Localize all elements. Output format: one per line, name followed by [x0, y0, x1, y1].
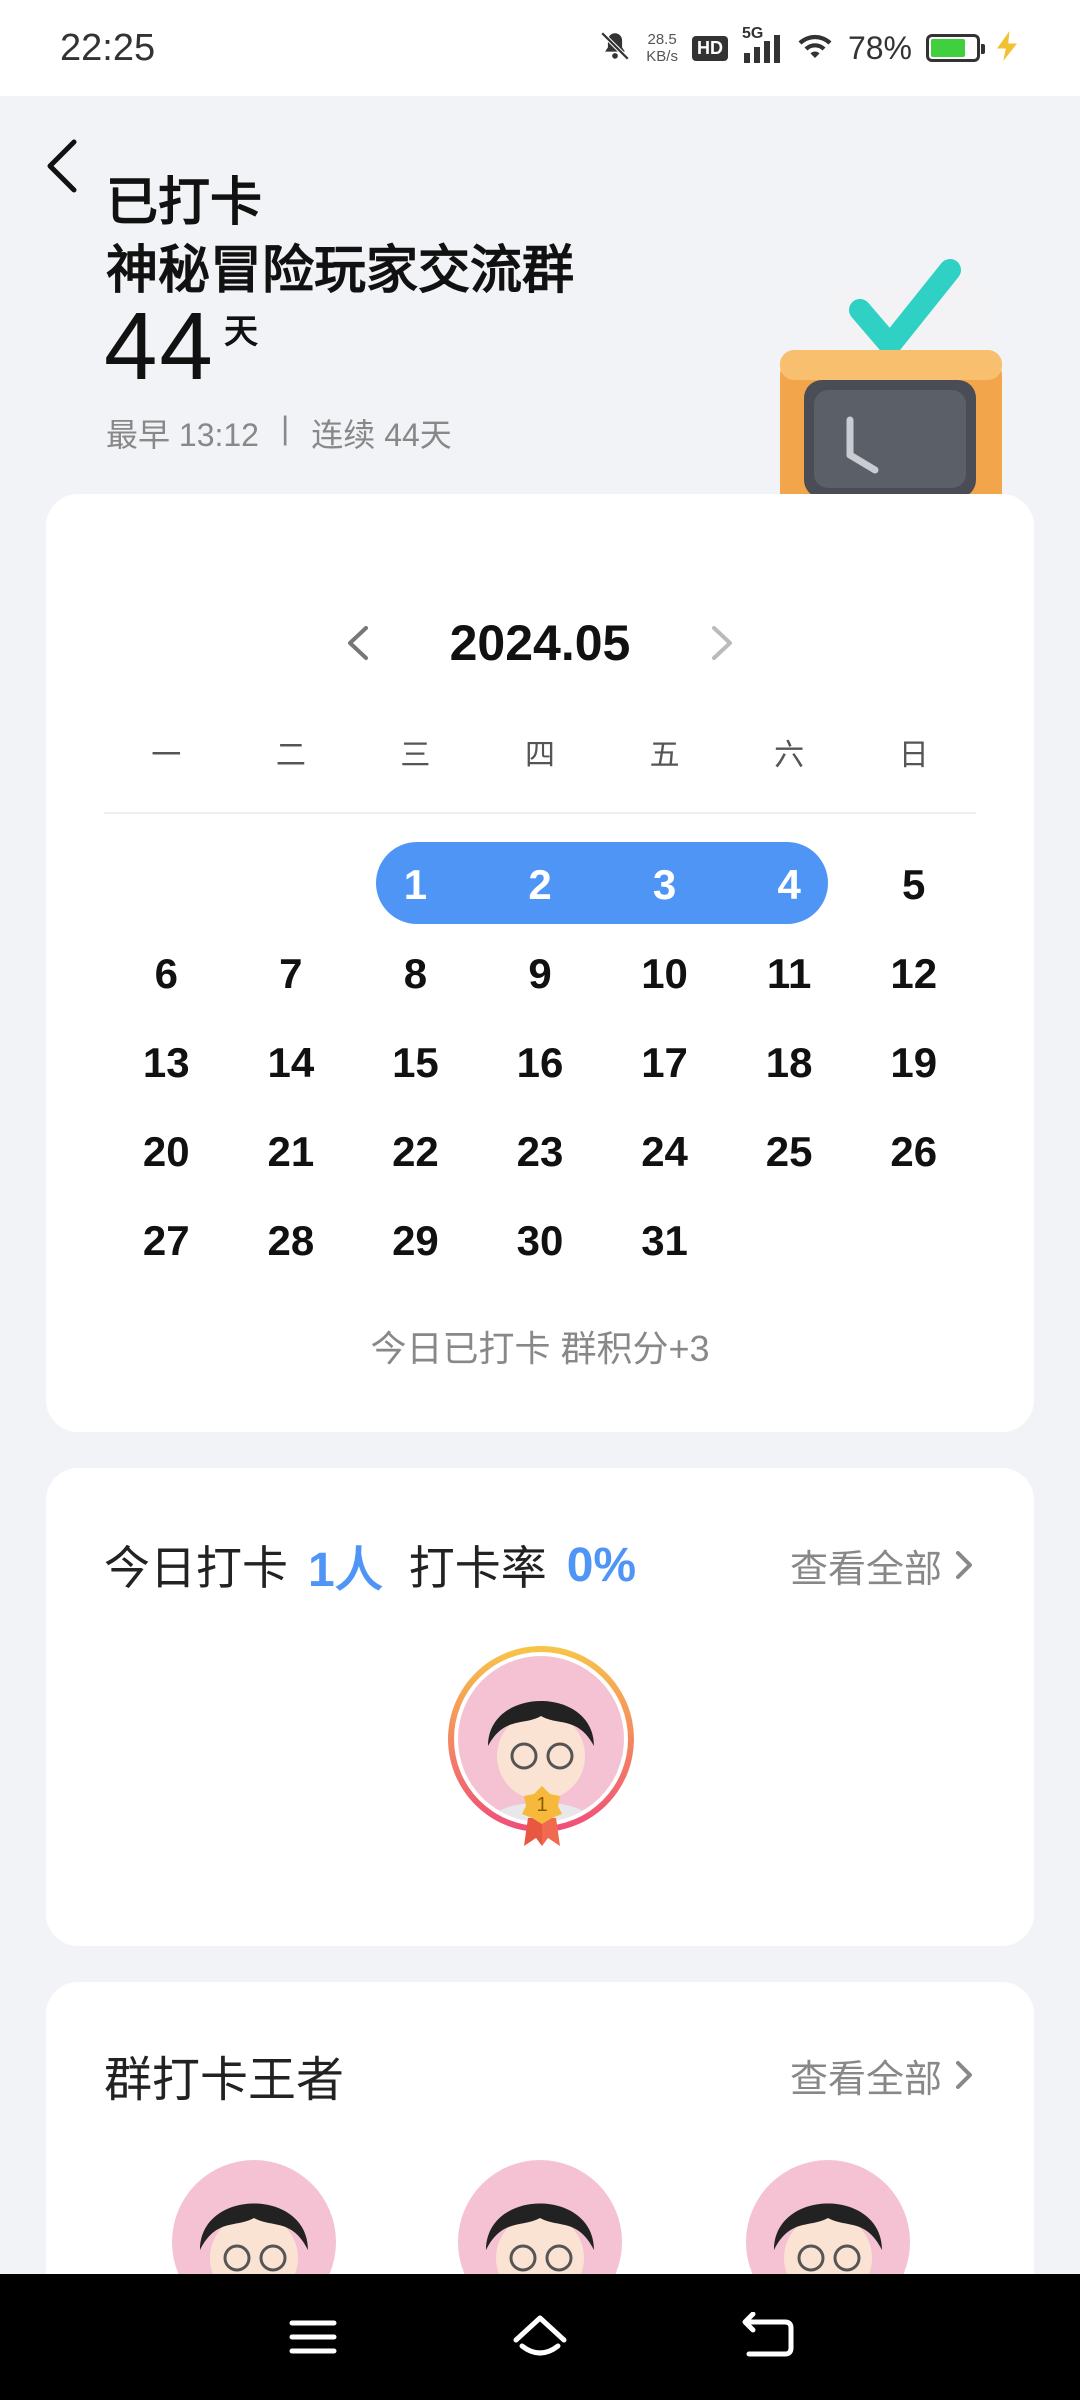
calendar-day[interactable]: 13	[104, 1018, 229, 1107]
status-bar: 22:25 28.5 KB/s HD 5G 78%	[0, 0, 1080, 96]
calendar-day[interactable]: 20	[104, 1107, 229, 1196]
weekday-label: 四	[524, 739, 555, 772]
calendar-day[interactable]: 21	[229, 1107, 354, 1196]
calendar-days: 1 2 3 4 5 6 7 8 9 10 11 12 13 14 15 16 17 18 19 20 21 22 23 24 2…	[104, 840, 976, 1285]
medal-rank: 1	[536, 1794, 548, 1816]
streak-days: 连续 44天	[311, 417, 452, 453]
calendar-day[interactable]: 22	[353, 1107, 478, 1196]
menu-icon	[289, 2320, 337, 2354]
back-nav-button[interactable]	[727, 2297, 807, 2377]
calendar-day[interactable]: 25	[727, 1107, 852, 1196]
checkin-days: 44	[104, 293, 215, 400]
calendar-day-checked[interactable]: 4	[727, 840, 852, 929]
chevron-right-icon	[956, 2061, 972, 2089]
battery-fill	[931, 39, 966, 57]
system-nav-bar	[0, 2274, 1080, 2400]
battery-percent: 78%	[847, 29, 912, 66]
network-type: 5G	[741, 25, 764, 42]
calendar-day[interactable]: 14	[229, 1018, 354, 1107]
current-month: 2024.05	[449, 615, 631, 671]
calendar-day[interactable]: 19	[851, 1018, 976, 1107]
calendar-day[interactable]: 18	[727, 1018, 852, 1107]
king-header: 群打卡王者 查看全部	[104, 2040, 976, 2110]
battery-icon	[926, 34, 985, 62]
mute-icon	[598, 29, 632, 68]
wifi-icon	[796, 31, 834, 66]
calendar-footer: 今日已打卡 群积分+3	[370, 1328, 710, 1369]
calendar-day[interactable]: 26	[851, 1107, 976, 1196]
calendar-day[interactable]: 31	[602, 1196, 727, 1285]
earliest-time: 最早 13:12	[106, 417, 259, 453]
calendar-day[interactable]: 6	[104, 929, 229, 1018]
weekday-label: 五	[649, 739, 680, 772]
today-count: 1人	[308, 1544, 383, 1597]
calendar-day[interactable]: 7	[229, 929, 354, 1018]
month-navigation: 2024.05	[46, 614, 1034, 672]
king-title: 群打卡王者	[104, 2054, 345, 2107]
medal-icon: 1	[520, 1784, 564, 1848]
status-time: 22:25	[60, 26, 156, 69]
calendar-day[interactable]: 11	[727, 929, 852, 1018]
weekday-header: 一二三四五六日	[104, 730, 976, 774]
weekday-label: 一	[151, 739, 182, 772]
return-icon	[742, 2312, 794, 2357]
calendar-day[interactable]: 24	[602, 1107, 727, 1196]
calendar-day[interactable]: 30	[478, 1196, 603, 1285]
menu-button[interactable]	[273, 2297, 353, 2377]
calendar-day[interactable]: 8	[353, 929, 478, 1018]
calendar-day-checked[interactable]: 2	[478, 840, 603, 929]
weekday-label: 六	[774, 739, 805, 772]
checkin-status: 已打卡	[106, 174, 263, 232]
hd-badge: HD	[691, 35, 728, 61]
chevron-right-icon	[956, 1551, 972, 1579]
calendar-day[interactable]: 17	[602, 1018, 727, 1107]
calendar-day[interactable]: 23	[478, 1107, 603, 1196]
see-all-label: 查看全部	[789, 1548, 942, 1591]
home-button[interactable]	[500, 2297, 580, 2377]
calendar-day[interactable]: 15	[353, 1018, 478, 1107]
signal-icon: 5G	[742, 25, 782, 63]
today-checkin-card: 今日打卡 1人 打卡率 0% 查看全部 1	[46, 1468, 1034, 1946]
calendar-blank	[104, 840, 229, 929]
calendar-day[interactable]: 10	[602, 929, 727, 1018]
calendar-divider	[104, 812, 976, 814]
weekday-label: 二	[275, 739, 306, 772]
meta-separator: |	[280, 410, 290, 446]
speed-value: 28.5	[647, 31, 677, 48]
checkin-days-unit: 天	[224, 313, 258, 351]
calendar-blank	[229, 840, 354, 929]
today-header: 今日打卡 1人 打卡率 0% 查看全部	[104, 1530, 976, 1600]
today-label: 今日打卡	[104, 1542, 288, 1594]
calendar-day[interactable]: 28	[229, 1196, 354, 1285]
calendar-day[interactable]: 27	[104, 1196, 229, 1285]
calendar-day[interactable]: 9	[478, 929, 603, 1018]
calendar-day-checked[interactable]: 3	[602, 840, 727, 929]
calendar-day[interactable]: 29	[353, 1196, 478, 1285]
status-icons: 28.5 KB/s HD 5G 78%	[598, 25, 1020, 68]
calendar-day[interactable]: 12	[851, 929, 976, 1018]
checkin-meta: 最早 13:12 | 连续 44天	[106, 410, 452, 456]
charging-icon	[994, 30, 1020, 66]
king-see-all-button[interactable]: 查看全部	[790, 2048, 976, 2103]
next-month-button[interactable]	[696, 618, 746, 668]
checkin-rate: 0%	[566, 1538, 637, 1592]
calendar-day[interactable]: 5	[851, 840, 976, 929]
speed-unit: KB/s	[646, 48, 678, 65]
calendar-day[interactable]: 16	[478, 1018, 603, 1107]
network-speed: 28.5 KB/s	[646, 31, 678, 65]
today-see-all-button[interactable]: 查看全部	[790, 1538, 976, 1593]
prev-month-button[interactable]	[334, 618, 384, 668]
see-all-label: 查看全部	[789, 2058, 942, 2101]
rate-label: 打卡率	[408, 1542, 547, 1594]
home-icon	[513, 2315, 567, 2356]
back-button[interactable]	[36, 130, 96, 200]
calendar-card: 2024.05 一二三四五六日 1 2 3 4 5 6 7 8 9 10 11 12 13 14 15 16 1…	[46, 494, 1034, 1432]
weekday-label: 日	[898, 739, 929, 772]
weekday-label: 三	[400, 739, 431, 772]
calendar-day-checked[interactable]: 1	[353, 840, 478, 929]
